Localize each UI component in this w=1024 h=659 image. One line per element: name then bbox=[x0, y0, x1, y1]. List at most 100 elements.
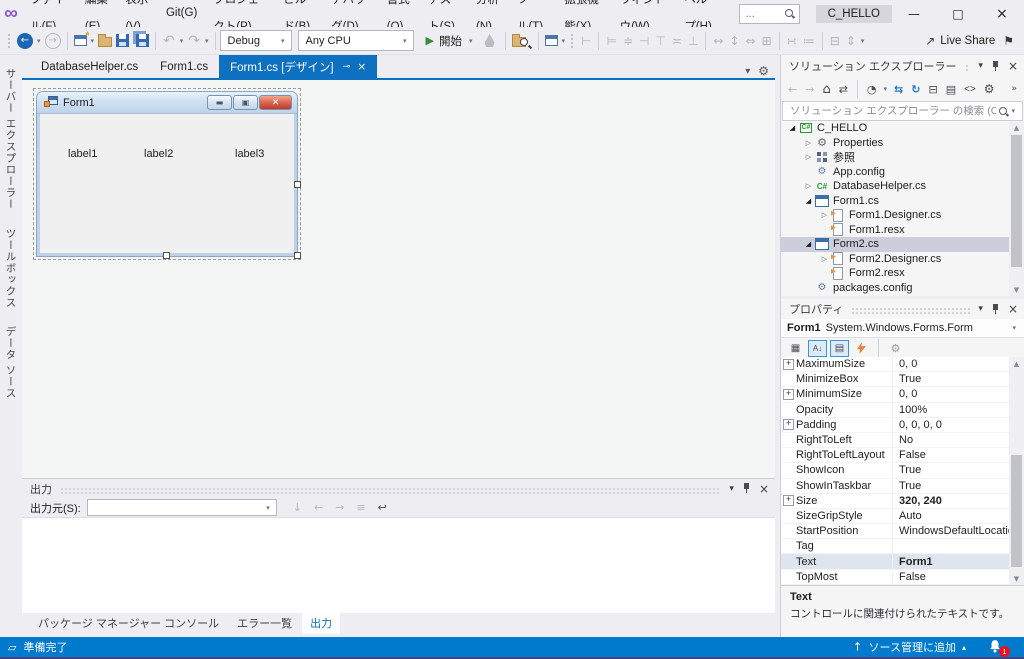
align-rights-icon[interactable] bbox=[636, 34, 652, 48]
tree-expander-icon[interactable] bbox=[787, 124, 798, 132]
property-value[interactable]: No bbox=[893, 434, 1010, 446]
quick-launch-input[interactable] bbox=[744, 7, 784, 21]
document-tab[interactable]: Form1.cs [デザイン] bbox=[219, 55, 377, 78]
feedback-icon[interactable] bbox=[1003, 34, 1014, 48]
pin-icon[interactable] bbox=[992, 61, 999, 72]
tree-item[interactable]: packages.config bbox=[781, 281, 1010, 296]
property-row[interactable]: MaximumSize 0, 0 bbox=[781, 357, 1010, 372]
property-row[interactable]: Padding 0, 0, 0, 0 bbox=[781, 418, 1010, 433]
solution-tree-scrollbar[interactable] bbox=[1009, 121, 1024, 296]
label-control[interactable]: label1 bbox=[68, 148, 97, 160]
winforms-designer-surface[interactable]: Form1 label1label2label3 bbox=[22, 80, 775, 478]
background-tasks-icon[interactable] bbox=[8, 641, 16, 654]
toolbar-grip[interactable] bbox=[7, 33, 12, 49]
new-project-button[interactable]: * bbox=[72, 30, 89, 52]
size-to-grid-icon[interactable] bbox=[759, 34, 775, 48]
property-pages-icon[interactable] bbox=[886, 340, 905, 357]
tree-item[interactable]: App.config bbox=[781, 165, 1010, 180]
solution-explorer-toggle-button[interactable] bbox=[543, 30, 560, 52]
open-file-button[interactable] bbox=[96, 30, 114, 52]
resize-handle-bottom[interactable] bbox=[163, 252, 170, 259]
resize-handle-bottom-right[interactable] bbox=[294, 252, 301, 259]
tree-item[interactable]: Form2.resx bbox=[781, 266, 1010, 281]
previous-message-icon[interactable] bbox=[314, 501, 323, 514]
tree-item[interactable]: Form1.resx bbox=[781, 223, 1010, 238]
menu-item[interactable]: Git(G) bbox=[158, 0, 205, 27]
hot-reload-icon[interactable] bbox=[485, 34, 495, 47]
navigate-forward-button[interactable] bbox=[43, 30, 63, 52]
form-client-area[interactable] bbox=[37, 114, 297, 256]
send-to-back-icon[interactable] bbox=[843, 34, 859, 48]
property-row[interactable]: Text Form1 bbox=[781, 554, 1010, 569]
save-all-button[interactable] bbox=[131, 30, 151, 52]
object-selector-dropdown[interactable]: Form1 System.Windows.Forms.Form bbox=[781, 319, 1024, 338]
tree-item[interactable]: Form1.cs bbox=[781, 194, 1010, 209]
vertical-spacing-icon[interactable] bbox=[800, 34, 818, 48]
close-icon[interactable] bbox=[980, 0, 1024, 27]
panel-drag-texture[interactable] bbox=[965, 64, 971, 71]
tree-item[interactable]: Properties bbox=[781, 136, 1010, 151]
toolbar-grip[interactable] bbox=[570, 33, 575, 49]
property-row[interactable]: Size 320, 240 bbox=[781, 494, 1010, 509]
tool-window-tab[interactable]: 出力 bbox=[302, 612, 340, 634]
tree-item[interactable]: 参照 bbox=[781, 150, 1010, 165]
output-source-dropdown[interactable] bbox=[87, 499, 277, 516]
redo-dropdown-icon[interactable] bbox=[203, 37, 211, 45]
tool-window-tab[interactable]: ツールボックス bbox=[4, 219, 19, 318]
align-centers-icon[interactable] bbox=[603, 34, 619, 48]
toolbar-overflow-icon[interactable] bbox=[859, 37, 867, 45]
forward-icon[interactable] bbox=[802, 83, 817, 96]
designed-form[interactable]: Form1 label1label2label3 bbox=[37, 92, 297, 256]
property-expander-icon[interactable] bbox=[781, 419, 796, 430]
window-position-dropdown-icon[interactable] bbox=[978, 304, 983, 314]
search-options-icon[interactable] bbox=[1009, 107, 1017, 115]
notifications-button[interactable]: 1 bbox=[988, 639, 1006, 655]
output-panel-header[interactable]: 出力 bbox=[22, 479, 775, 498]
show-all-files-icon[interactable] bbox=[943, 83, 959, 96]
tree-item[interactable]: DatabaseHelper.cs bbox=[781, 179, 1010, 194]
tool-window-tab[interactable]: データ ソース bbox=[4, 317, 19, 408]
property-value[interactable]: Auto bbox=[893, 510, 1010, 522]
view-code-icon[interactable]: <> bbox=[961, 84, 979, 95]
property-row[interactable]: MinimizeBox True bbox=[781, 372, 1010, 387]
live-share-label[interactable]: Live Share bbox=[940, 35, 995, 47]
make-same-size-icon[interactable] bbox=[743, 34, 759, 48]
property-value[interactable]: 320, 240 bbox=[893, 495, 1010, 507]
close-icon[interactable] bbox=[1008, 302, 1018, 316]
back-icon[interactable] bbox=[785, 83, 800, 96]
clear-all-icon[interactable] bbox=[356, 501, 365, 514]
property-row[interactable]: ShowIcon True bbox=[781, 463, 1010, 478]
solution-platform-dropdown[interactable]: Any CPU bbox=[298, 30, 414, 51]
tree-item[interactable]: Form2.Designer.cs bbox=[781, 252, 1010, 267]
tool-window-tab[interactable]: サーバー エクスプローラー bbox=[4, 59, 19, 219]
undo-dropdown-icon[interactable] bbox=[178, 37, 186, 45]
tree-expander-icon[interactable] bbox=[819, 211, 830, 219]
redo-icon[interactable] bbox=[185, 33, 203, 49]
minimize-icon[interactable] bbox=[892, 0, 936, 27]
tree-expander-icon[interactable] bbox=[803, 182, 814, 190]
property-row[interactable]: TopMost False bbox=[781, 570, 1010, 585]
properties-header[interactable]: プロパティ bbox=[781, 299, 1024, 319]
start-debugging-button[interactable]: 開始 bbox=[422, 33, 479, 49]
label-control[interactable]: label2 bbox=[144, 148, 173, 160]
solution-explorer-header[interactable]: ソリューション エクスプローラー bbox=[781, 55, 1024, 77]
window-position-dropdown-icon[interactable] bbox=[729, 484, 734, 494]
property-row[interactable]: SizeGripStyle Auto bbox=[781, 509, 1010, 524]
categorized-icon[interactable] bbox=[786, 340, 805, 357]
refresh-icon[interactable] bbox=[908, 83, 923, 96]
tool-window-tab[interactable]: パッケージ マネージャー コンソール bbox=[30, 612, 227, 634]
label-control[interactable]: label3 bbox=[235, 148, 264, 160]
solution-search-input[interactable] bbox=[788, 104, 998, 118]
property-value[interactable]: False bbox=[893, 449, 1010, 461]
pending-changes-filter-icon[interactable] bbox=[864, 83, 880, 96]
find-in-files-button[interactable] bbox=[510, 30, 534, 52]
close-icon[interactable] bbox=[759, 482, 769, 496]
property-row[interactable]: RightToLeftLayout False bbox=[781, 448, 1010, 463]
home-icon[interactable] bbox=[819, 82, 833, 97]
tree-expander-icon[interactable] bbox=[803, 153, 814, 161]
tree-expander-icon[interactable] bbox=[803, 240, 814, 248]
tree-item[interactable]: Form2.cs bbox=[781, 237, 1010, 252]
document-tab[interactable]: Form1.cs bbox=[149, 55, 219, 78]
sync-with-active-document-icon[interactable] bbox=[891, 83, 906, 96]
maximize-icon[interactable] bbox=[936, 0, 980, 27]
